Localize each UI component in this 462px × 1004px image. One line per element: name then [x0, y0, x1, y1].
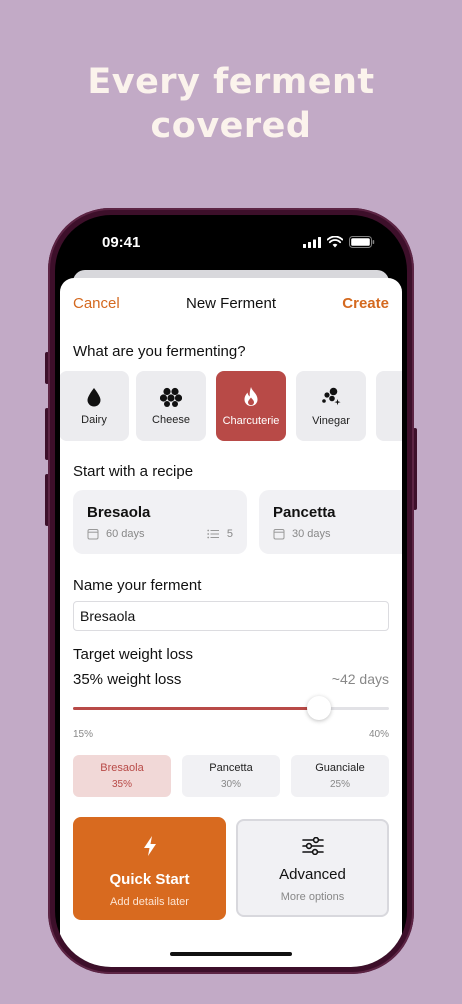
slider-thumb[interactable]	[306, 696, 331, 720]
phone-screen: 09:41 Cancel New Ferment Create What are…	[55, 215, 407, 967]
weight-loss-slider[interactable]	[73, 696, 389, 720]
category-vinegar[interactable]: Vinegar	[296, 371, 366, 441]
new-ferment-sheet: Cancel New Ferment Create What are you f…	[60, 278, 402, 967]
battery-icon	[349, 236, 375, 248]
preset-guanciale[interactable]: Guanciale 25%	[291, 755, 389, 797]
preset-percent: 30%	[220, 779, 241, 790]
advanced-title: Advanced	[279, 866, 346, 883]
recipe-name: Pancetta	[273, 504, 336, 521]
weight-loss-heading: Target weight loss	[73, 646, 194, 663]
recipe-duration-text: 60 days	[106, 528, 145, 540]
category-dairy[interactable]: Dairy	[60, 371, 129, 441]
sliders-icon	[301, 836, 324, 856]
promo-headline: Every ferment covered	[0, 60, 462, 148]
category-row: Dairy Cheese Charcuterie Vinegar	[60, 371, 402, 441]
status-time: 09:41	[102, 234, 141, 251]
nav-bar: Cancel New Ferment Create	[60, 292, 402, 316]
weight-loss-days: ~42 days	[331, 671, 389, 687]
category-cheese[interactable]: Cheese	[136, 371, 206, 441]
recipe-duration-text: 30 days	[292, 528, 331, 540]
advanced-subtitle: More options	[280, 891, 345, 903]
category-label: Dairy	[81, 413, 107, 426]
create-button[interactable]: Create	[342, 295, 389, 312]
cheese-icon	[160, 387, 182, 407]
signal-icon	[303, 236, 321, 248]
home-indicator	[170, 952, 292, 956]
slider-min-label: 15%	[73, 729, 94, 740]
calendar-icon	[87, 529, 99, 540]
ferment-name-input[interactable]	[73, 601, 389, 631]
quick-start-title: Quick Start	[109, 871, 190, 888]
category-charcuterie[interactable]: Charcuterie	[216, 371, 286, 441]
preset-name: Pancetta	[209, 762, 253, 774]
preset-percent: 35%	[111, 779, 132, 790]
status-icons	[303, 236, 375, 248]
slider-fill	[73, 707, 319, 710]
recipe-duration: 60 days	[87, 528, 145, 540]
bolt-icon	[143, 836, 156, 856]
preset-pancetta[interactable]: Pancetta 30%	[182, 755, 280, 797]
recipe-name: Bresaola	[87, 504, 151, 521]
preset-bresaola[interactable]: Bresaola 35%	[73, 755, 171, 797]
category-label: Charcuterie	[222, 414, 280, 427]
preset-percent: 25%	[329, 779, 350, 790]
recipe-card-bresaola[interactable]: Bresaola 60 days 5	[73, 490, 247, 554]
preset-name: Guanciale	[315, 762, 365, 774]
recipe-heading: Start with a recipe	[73, 463, 194, 480]
category-label: Cheese	[152, 413, 190, 426]
category-label: Vinegar	[312, 414, 350, 427]
drop-icon	[87, 387, 101, 406]
recipe-steps: 5	[207, 528, 233, 540]
category-more[interactable]	[376, 371, 402, 441]
recipe-duration: 30 days	[273, 528, 331, 540]
flame-icon	[244, 386, 258, 406]
name-heading: Name your ferment	[73, 577, 202, 594]
promo-line-2: covered	[150, 106, 312, 146]
preset-name: Bresaola	[100, 762, 144, 774]
slider-max-label: 40%	[368, 729, 389, 740]
promo-line-1: Every ferment	[87, 62, 375, 102]
category-heading: What are you fermenting?	[73, 343, 246, 360]
advanced-button[interactable]: Advanced More options	[236, 819, 389, 917]
wifi-icon	[327, 236, 343, 248]
weight-loss-value: 35% weight loss	[73, 671, 182, 688]
list-icon	[207, 529, 219, 539]
recipe-card-pancetta[interactable]: Pancetta 30 days	[259, 490, 402, 554]
dynamic-island	[182, 227, 282, 257]
recipe-steps-text: 5	[226, 528, 233, 540]
quick-start-button[interactable]: Quick Start Add details later	[73, 817, 226, 920]
quick-start-subtitle: Add details later	[110, 896, 189, 908]
calendar-icon	[273, 529, 285, 540]
bubbles-icon	[322, 387, 341, 405]
